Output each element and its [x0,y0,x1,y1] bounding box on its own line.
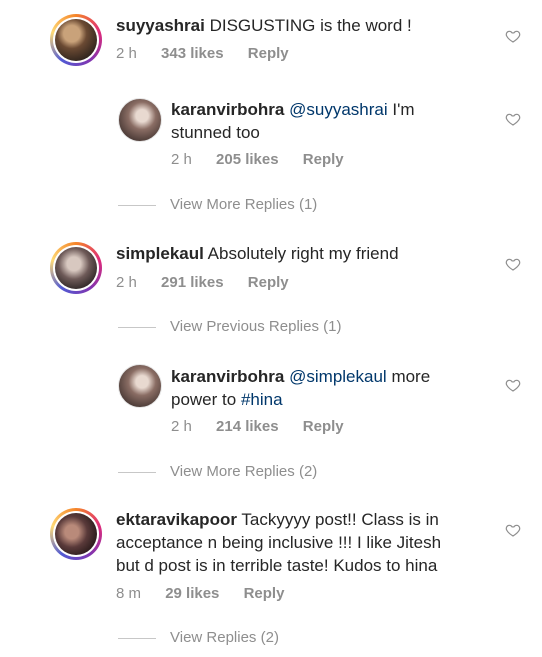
comment-meta: 2 h 214 likes Reply [171,418,364,435]
avatar[interactable] [50,14,102,66]
view-more-replies-link[interactable]: View More Replies (2) [118,463,317,480]
reply-button[interactable]: Reply [244,585,285,602]
avatar-photo [118,364,162,408]
view-previous-replies-label: View Previous Replies (1) [170,318,342,335]
comment-text: karanvirbohra @suyyashrai I'm stunned to… [171,98,471,144]
reply-button[interactable]: Reply [303,418,344,435]
comment-username[interactable]: karanvirbohra [171,100,284,119]
comment-time: 2 h [116,274,137,291]
avatar[interactable] [118,364,162,408]
comment-body: DISGUSTING is the word ! [209,16,412,35]
comment-body: more [391,367,431,386]
comment-meta: 2 h 291 likes Reply [116,274,309,291]
comment-likes[interactable]: 343 likes [161,45,224,62]
comment-likes[interactable]: 205 likes [216,151,279,168]
comment-body: but d post is in terrible taste! Kudos t… [116,556,438,575]
avatar-photo [55,247,97,289]
view-more-replies-label: View More Replies (2) [170,463,318,480]
view-replies-label: View Replies (2) [170,629,279,646]
comment-body: Tackyyyy post!! Class is in [241,510,439,529]
comment-username[interactable]: suyyashrai [116,16,205,35]
view-previous-replies-link[interactable]: View Previous Replies (1) [118,318,341,335]
comment-username[interactable]: ektaravikapoor [116,510,237,529]
comment-username[interactable]: simplekaul [116,244,204,263]
mention-link[interactable]: @suyyashrai [289,100,388,119]
avatar-photo [55,513,97,555]
comment-text: karanvirbohra @simplekaul more power to … [171,365,471,411]
comment-body: power to [171,390,237,409]
divider [118,471,156,473]
avatar[interactable] [118,98,162,142]
view-replies-link[interactable]: View Replies (2) [118,629,279,646]
comment-body: acceptance n being inclusive !!! I like … [116,533,442,552]
avatar[interactable] [50,242,102,294]
view-more-replies-label: View More Replies (1) [170,196,318,213]
heart-icon[interactable] [505,28,521,44]
hashtag-link[interactable]: #hina [241,390,283,409]
comment-username[interactable]: karanvirbohra [171,367,284,386]
comment-likes[interactable]: 29 likes [165,585,219,602]
divider [118,637,156,639]
comment-time: 8 m [116,585,142,602]
comment-time: 2 h [116,45,137,62]
comment-meta: 2 h 205 likes Reply [171,151,364,168]
heart-icon[interactable] [505,377,521,393]
avatar[interactable] [50,508,102,560]
comment-body: stunned too [171,123,260,142]
comment-body: Absolutely right my friend [207,244,399,263]
avatar-photo [118,98,162,142]
reply-button[interactable]: Reply [248,45,289,62]
reply-button[interactable]: Reply [303,151,344,168]
comment-likes[interactable]: 291 likes [161,274,224,291]
heart-icon[interactable] [505,522,521,538]
comment-likes[interactable]: 214 likes [216,418,279,435]
comment-time: 2 h [171,151,192,168]
reply-button[interactable]: Reply [248,274,289,291]
comment-time: 2 h [171,418,192,435]
heart-icon[interactable] [505,256,521,272]
comment-text: ektaravikapoor Tackyyyy post!! Class is … [116,508,496,577]
divider [118,326,156,328]
heart-icon[interactable] [505,111,521,127]
comment-body: I'm [392,100,415,119]
mention-link[interactable]: @simplekaul [289,367,387,386]
avatar-photo [55,19,97,61]
comment-meta: 2 h 343 likes Reply [116,45,309,62]
comment-text: simplekaul Absolutely right my friend [116,242,399,265]
view-more-replies-link[interactable]: View More Replies (1) [118,196,317,213]
divider [118,204,156,206]
comment-meta: 8 m 29 likes Reply [116,585,304,602]
comment-text: suyyashrai DISGUSTING is the word ! [116,14,412,37]
